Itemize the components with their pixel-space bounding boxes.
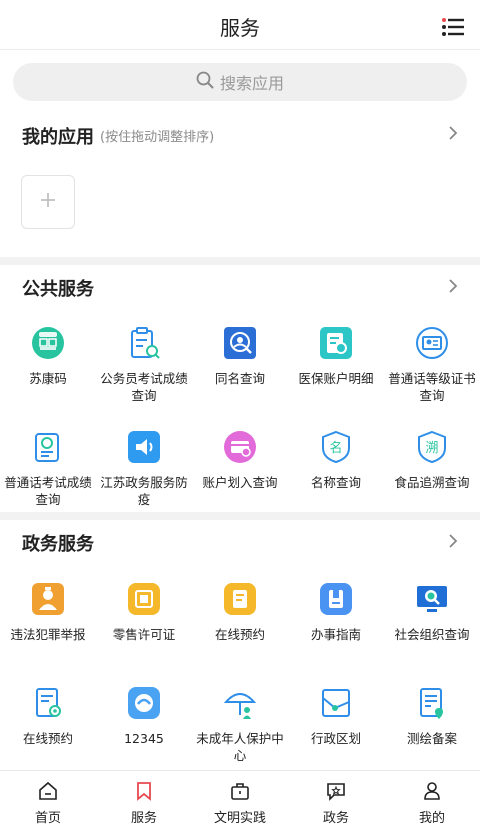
- hotline-icon: [127, 686, 161, 720]
- chevron-right-icon[interactable]: [448, 125, 458, 141]
- speaker-icon: [127, 430, 161, 464]
- service-label: 在线预约: [22, 731, 73, 746]
- my-apps-title: 我的应用: [22, 127, 94, 148]
- page-title: 服务: [220, 16, 260, 40]
- service-label: 名称查询: [310, 475, 361, 490]
- guide-book-icon: [319, 582, 353, 616]
- chat-star-icon: [326, 781, 346, 801]
- home-icon: [38, 781, 58, 801]
- chevron-right-icon[interactable]: [448, 278, 458, 294]
- profile-icon: [422, 781, 442, 801]
- clipboard-search-icon: [127, 326, 161, 360]
- service-label: 违法犯罪举报: [10, 627, 86, 642]
- service-label: 12345: [124, 731, 164, 746]
- bottom-tab-bar: 首页 服务 文明实践 政务 我的: [0, 770, 480, 829]
- map-region-icon: [319, 686, 353, 720]
- briefcase-icon: [230, 781, 250, 801]
- gov-services-title: 政务服务: [22, 534, 94, 555]
- plus-icon: [40, 192, 56, 212]
- service-label: 零售许可证: [112, 627, 176, 642]
- search-input[interactable]: 搜索应用: [13, 63, 467, 101]
- appointment-icon: [223, 582, 257, 616]
- service-label: 公务员考试成绩查询: [100, 371, 188, 403]
- service-label: 在线预约: [214, 627, 265, 642]
- top-bar: 服务: [0, 0, 480, 50]
- umbrella-person-icon: [223, 686, 257, 720]
- shield-glyph: 溯: [425, 440, 438, 456]
- service-label: 食品追溯查询: [394, 475, 470, 490]
- police-report-icon: [31, 582, 65, 616]
- tab-mine[interactable]: 我的: [384, 771, 480, 829]
- service-label: 同名查询: [214, 371, 265, 386]
- account-transfer-icon: [223, 430, 257, 464]
- service-label: 办事指南: [310, 627, 361, 642]
- service-label: 江苏政务服务防疫: [100, 475, 188, 507]
- tab-label: 文明实践: [213, 811, 266, 826]
- service-label: 社会组织查询: [394, 627, 470, 642]
- shield-glyph: 名: [329, 440, 342, 456]
- service-label: 医保账户明细: [298, 371, 374, 386]
- tab-gov[interactable]: 政务: [288, 771, 384, 829]
- monitor-search-icon: [415, 582, 449, 616]
- insurance-card-icon: [319, 326, 353, 360]
- chevron-right-icon[interactable]: [448, 533, 458, 549]
- document-gear-icon: [31, 686, 65, 720]
- trace-shield-icon: 溯: [415, 430, 449, 464]
- bookmark-icon: [134, 781, 154, 801]
- tab-label: 政务: [322, 811, 349, 826]
- service-label: 测绘备案: [406, 731, 457, 746]
- tab-label: 我的: [418, 811, 445, 826]
- service-label: 普通话等级证书查询: [388, 371, 476, 403]
- tab-civilization[interactable]: 文明实践: [192, 771, 288, 829]
- tab-services[interactable]: 服务: [96, 771, 192, 829]
- section-divider: [0, 512, 480, 520]
- tab-label: 首页: [34, 811, 61, 826]
- my-apps-hint: (按住拖动调整排序): [100, 130, 215, 145]
- service-label: 苏康码: [29, 371, 67, 386]
- certificate-icon: [415, 326, 449, 360]
- sukangma-icon: [31, 326, 65, 360]
- search-icon: [196, 71, 214, 93]
- service-label: 行政区划: [310, 731, 361, 746]
- section-divider: [0, 257, 480, 265]
- license-icon: [127, 582, 161, 616]
- search-placeholder: 搜索应用: [219, 74, 284, 93]
- service-label: 普通话考试成绩查询: [4, 475, 92, 507]
- exam-report-icon: [31, 430, 65, 464]
- public-services-title: 公共服务: [22, 279, 94, 300]
- tab-label: 服务: [130, 811, 157, 826]
- tab-home[interactable]: 首页: [0, 771, 96, 829]
- service-label: 账户划入查询: [202, 475, 278, 490]
- service-label: 未成年人保护中心: [196, 731, 284, 763]
- add-app-button[interactable]: [21, 175, 75, 229]
- name-shield-icon: 名: [319, 430, 353, 464]
- list-menu-icon[interactable]: [442, 18, 464, 36]
- survey-doc-icon: [415, 686, 449, 720]
- person-search-icon: [223, 326, 257, 360]
